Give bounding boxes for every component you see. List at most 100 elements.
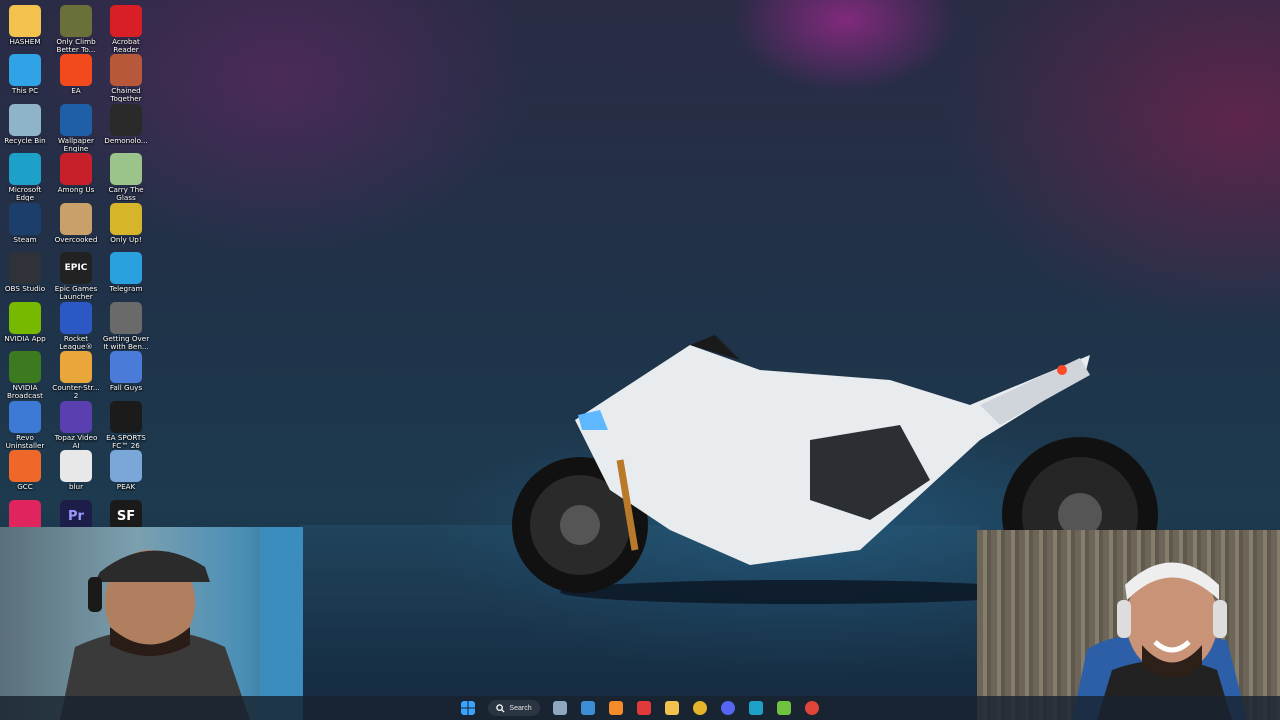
- desktop-icon-label: Telegram: [109, 285, 143, 293]
- desktop-icon-getting-over-it-with-ben[interactable]: Getting Over It with Ben...: [101, 302, 151, 350]
- desktop-icon-label: Recycle Bin: [4, 137, 46, 145]
- game-icon: [60, 203, 92, 235]
- desktop-icon-chained-together[interactable]: Chained Together: [101, 54, 151, 102]
- desktop-icon-epic-games-launcher[interactable]: EPIC Epic Games Launcher: [51, 252, 101, 300]
- desktop-icon-label: Overcooked: [54, 236, 98, 244]
- desktop-icon-only-up[interactable]: Only Up!: [101, 203, 151, 244]
- taskbar-search-label: Search: [509, 704, 532, 712]
- wallpaper-engine-icon: [60, 104, 92, 136]
- desktop-icon-telegram[interactable]: Telegram: [101, 252, 151, 293]
- desktop-icon-carry-the-glass[interactable]: Carry The Glass: [101, 153, 151, 201]
- telegram-icon: [110, 252, 142, 284]
- desktop-icon-hashem[interactable]: HASHEM: [0, 5, 50, 46]
- monitor-icon: [9, 54, 41, 86]
- desktop-icon-label: PEAK: [116, 483, 136, 491]
- desktop-icon-acrobat-reader[interactable]: Acrobat Reader: [101, 5, 151, 53]
- game-icon: [60, 351, 92, 383]
- settings-icon[interactable]: [552, 701, 567, 715]
- desktop-icon-revo-uninstaller[interactable]: Revo Uninstaller: [0, 401, 50, 449]
- revo-icon: [9, 401, 41, 433]
- desktop-icon-only-climb-better-to[interactable]: Only Climb Better To...: [51, 5, 101, 53]
- desktop-icon-label: Microsoft Edge: [8, 186, 42, 202]
- desktop-icon-label: Wallpaper Engine: [58, 137, 94, 153]
- green-app-icon[interactable]: [776, 701, 791, 715]
- recycle-bin-icon: [9, 104, 41, 136]
- desktop-icon-ea[interactable]: EA: [51, 54, 101, 95]
- windows-start-icon[interactable]: [461, 701, 476, 715]
- webcam-overlay-right: [977, 530, 1280, 720]
- desktop-icon-nvidia-app[interactable]: NVIDIA App: [0, 302, 50, 343]
- desktop-icon-label: blur: [68, 483, 84, 491]
- desktop-icon-label: Revo Uninstaller: [5, 434, 45, 450]
- desktop-icon-label: Topaz Video AI: [54, 434, 98, 450]
- game-icon: [110, 401, 142, 433]
- desktop-icon-label: OBS Studio: [4, 285, 46, 293]
- sound-cloud-icon[interactable]: [608, 701, 623, 715]
- game-icon: [60, 5, 92, 37]
- desktop-icon-demonolo[interactable]: Demonolo...: [101, 104, 151, 145]
- person-right-silhouette: [1072, 562, 1247, 720]
- game-icon: [60, 302, 92, 334]
- desktop-icon-gcc[interactable]: GCC: [0, 450, 50, 491]
- game-icon: [110, 153, 142, 185]
- desktop-icon-label: Rocket League®: [59, 335, 93, 351]
- edge-icon[interactable]: [748, 701, 763, 715]
- discord-icon[interactable]: [720, 701, 735, 715]
- game-icon: [110, 450, 142, 482]
- desktop-icon-label: NVIDIA App: [4, 335, 46, 343]
- desktop-icon-label: Carry The Glass: [108, 186, 144, 202]
- webcam-overlay-left: [0, 527, 303, 720]
- desktop-icon-microsoft-edge[interactable]: Microsoft Edge: [0, 153, 50, 201]
- topaz-icon: [60, 401, 92, 433]
- game-icon: [110, 104, 142, 136]
- red-app-icon[interactable]: [636, 701, 651, 715]
- edge-icon: [9, 153, 41, 185]
- desktop-icon-label: Only Up!: [110, 236, 142, 244]
- desktop-icon-obs-studio[interactable]: OBS Studio: [0, 252, 50, 293]
- desktop-icon-label: EA: [71, 87, 81, 95]
- desktop-icon-label: Demonolo...: [104, 137, 148, 145]
- steam-icon: [9, 203, 41, 235]
- desktop-icon-peak[interactable]: PEAK: [101, 450, 151, 491]
- game-icon: [110, 54, 142, 86]
- desktop-icon-label: Epic Games Launcher: [54, 285, 98, 301]
- desktop-icon-rocket-league[interactable]: Rocket League®: [51, 302, 101, 350]
- file-explorer-icon[interactable]: [664, 701, 679, 715]
- taskbar-search-button[interactable]: Search: [488, 700, 540, 716]
- desktop-icon-label: Counter-Str... 2: [52, 384, 100, 400]
- desktop-icon-counter-str-2[interactable]: Counter-Str... 2: [51, 351, 101, 399]
- desktop-icon-label: EA SPORTS FC™ 26: [106, 434, 146, 450]
- file-icon: [60, 450, 92, 482]
- search-icon: [496, 703, 505, 713]
- desktop-icon-fall-guys[interactable]: Fall Guys: [101, 351, 151, 392]
- desktop-icon-label: This PC: [11, 87, 39, 95]
- desktop-icon-label: NVIDIA Broadcast: [6, 384, 43, 400]
- desktop-icon-label: Acrobat Reader: [112, 38, 140, 54]
- desktop-icon-label: HASHEM: [9, 38, 41, 46]
- desktop-icon-label: Getting Over It with Ben...: [102, 335, 150, 351]
- desktop-icon-overcooked[interactable]: Overcooked: [51, 203, 101, 244]
- desktop-icon-label: Fall Guys: [109, 384, 143, 392]
- photos-icon[interactable]: [580, 701, 595, 715]
- desktop-icon-label: Only Climb Better To...: [56, 38, 96, 54]
- desktop-icon-topaz-video-ai[interactable]: Topaz Video AI: [51, 401, 101, 449]
- taskbar: Search: [0, 696, 1280, 720]
- chrome-icon[interactable]: [692, 701, 707, 715]
- obs-icon: [9, 252, 41, 284]
- desktop-icon-nvidia-broadcast[interactable]: NVIDIA Broadcast: [0, 351, 50, 399]
- game-icon: [110, 351, 142, 383]
- folder-icon: [9, 5, 41, 37]
- game-icon: [110, 302, 142, 334]
- desktop-icon-blur[interactable]: blur: [51, 450, 101, 491]
- desktop-icon-among-us[interactable]: Among Us: [51, 153, 101, 194]
- desktop-icon-ea-sports-fc-26[interactable]: EA SPORTS FC™ 26: [101, 401, 151, 449]
- desktop-icon-steam[interactable]: Steam: [0, 203, 50, 244]
- desktop-icon-wallpaper-engine[interactable]: Wallpaper Engine: [51, 104, 101, 152]
- epic-games-icon: EPIC: [60, 252, 92, 284]
- desktop-icon-label: Steam: [13, 236, 37, 244]
- desktop-icon-this-pc[interactable]: This PC: [0, 54, 50, 95]
- desktop-icon-label: GCC: [17, 483, 33, 491]
- red-circle-app-icon[interactable]: [804, 701, 819, 715]
- gcc-icon: [9, 450, 41, 482]
- desktop-icon-recycle-bin[interactable]: Recycle Bin: [0, 104, 50, 145]
